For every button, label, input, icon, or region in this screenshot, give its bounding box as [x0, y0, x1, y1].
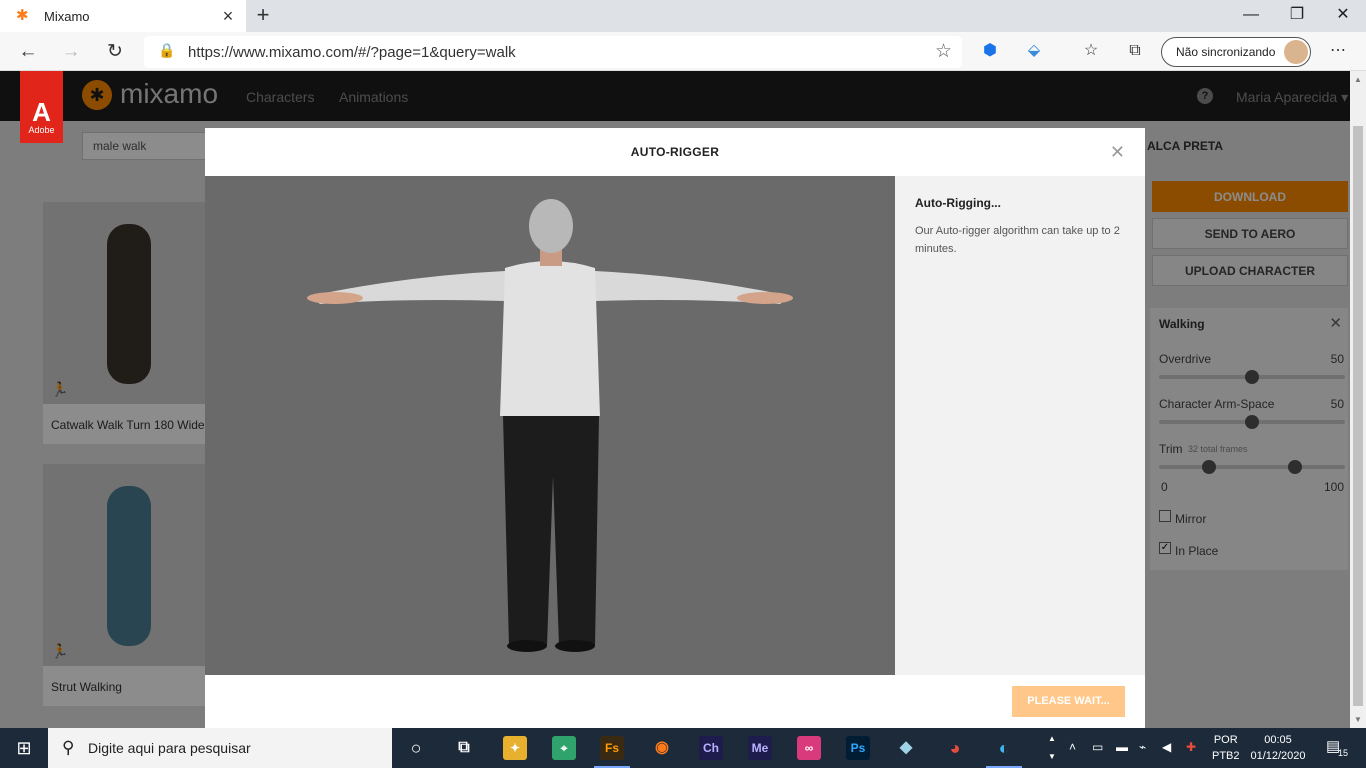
sync-label: Não sincronizando: [1176, 45, 1276, 59]
app-icon[interactable]: ◆: [894, 736, 918, 760]
clock-time: 00:05: [1264, 734, 1292, 746]
modal-title: AUTO-RIGGER: [630, 145, 720, 159]
search-placeholder: Digite aqui para pesquisar: [88, 740, 251, 756]
language-code: POR: [1213, 734, 1238, 746]
cortana-icon[interactable]: ○: [404, 736, 428, 760]
collections-icon[interactable]: ⧉: [1124, 40, 1146, 62]
right-hand: [737, 292, 793, 304]
windows-start-icon[interactable]: ⊞: [0, 728, 48, 768]
media-encoder-icon[interactable]: Me: [748, 736, 772, 760]
avatar: [1284, 40, 1308, 64]
favorite-star-icon[interactable]: ☆: [935, 40, 952, 63]
mixamo-favicon-icon: ✱: [16, 7, 29, 24]
character-viewport[interactable]: [205, 176, 895, 675]
refresh-button[interactable]: ↻: [102, 39, 128, 65]
forward-button[interactable]: →: [58, 39, 84, 65]
creative-cloud-icon[interactable]: ∞: [797, 736, 821, 760]
status-text: Our Auto-rigger algorithm can take up to…: [915, 225, 1120, 255]
adobe-logo[interactable]: A Adobe: [20, 71, 63, 143]
taskbar-scroll-icon[interactable]: ▲ ▼: [1048, 730, 1056, 766]
character-animator-icon[interactable]: Ch: [699, 736, 723, 760]
photoshop-icon[interactable]: Ps: [846, 736, 870, 760]
close-window-button[interactable]: ✕: [1320, 0, 1366, 32]
app-icon[interactable]: ✦: [503, 736, 527, 760]
adobe-label: Adobe: [28, 125, 55, 135]
task-view-icon[interactable]: ⧉: [452, 736, 476, 760]
battery-icon[interactable]: ▬: [1116, 740, 1128, 754]
back-button[interactable]: ←: [15, 39, 41, 65]
notification-count: 15: [1338, 748, 1349, 758]
tray-chevron-icon[interactable]: ˄: [1069, 740, 1076, 754]
language-indicator[interactable]: POR PTB2: [1212, 732, 1240, 764]
status-panel: Auto-Rigging... Our Auto-rigger algorith…: [895, 176, 1145, 675]
browser-tabbar: ✱ Mixamo × + — ❐ ✕: [0, 0, 1366, 32]
taskbar-search[interactable]: ⚲ Digite aqui para pesquisar: [48, 728, 392, 768]
blender-icon[interactable]: ◉: [650, 736, 674, 760]
browser-navbar: ← → ↻ 🔒 https://www.mixamo.com/#/?page=1…: [0, 32, 1366, 71]
restore-button[interactable]: ❐: [1274, 0, 1320, 32]
torso-shirt: [500, 261, 600, 416]
url-text: https://www.mixamo.com/#/?page=1&query=w…: [188, 44, 516, 61]
adobe-a-icon: A: [32, 97, 51, 127]
please-wait-button[interactable]: PLEASE WAIT...: [1012, 686, 1125, 717]
extension-shield-icon[interactable]: ⬢: [979, 40, 1001, 62]
tray-meet-icon[interactable]: ▭: [1092, 740, 1103, 754]
maps-icon[interactable]: ⌖: [552, 736, 576, 760]
clock-date: 01/12/2020: [1250, 750, 1306, 762]
volume-icon[interactable]: ◀: [1162, 740, 1171, 754]
tray-app-icon[interactable]: ✚: [1186, 740, 1196, 754]
edge-icon[interactable]: ◐: [986, 736, 1022, 768]
left-shoe: [507, 640, 547, 652]
close-tab-icon[interactable]: ×: [218, 6, 238, 26]
clock[interactable]: 00:05 01/12/2020: [1248, 732, 1308, 764]
new-tab-button[interactable]: +: [252, 4, 274, 26]
head: [529, 199, 573, 253]
trousers: [503, 416, 599, 646]
left-hand: [307, 292, 363, 304]
windows-taskbar: ⊞ ⚲ Digite aqui para pesquisar ○ ⧉ ✦ ⌖ F…: [0, 728, 1366, 768]
favorites-icon[interactable]: ☆: [1080, 40, 1102, 62]
scrollbar-thumb[interactable]: [1353, 126, 1363, 706]
scroll-down-icon[interactable]: ▼: [1350, 715, 1366, 724]
chrome-icon[interactable]: ◕: [943, 736, 967, 760]
auto-rigger-modal: AUTO-RIGGER ✕ Auto-Rigging... Our Auto-r…: [205, 128, 1145, 728]
extension-arrow-icon[interactable]: ⬙: [1023, 40, 1045, 62]
close-icon[interactable]: ✕: [1110, 142, 1125, 163]
search-icon: ⚲: [62, 738, 75, 757]
network-icon[interactable]: ⌁: [1139, 740, 1146, 754]
browser-tab[interactable]: ✱ Mixamo ×: [0, 0, 246, 32]
scroll-up-icon[interactable]: ▲: [1350, 75, 1366, 84]
fuse-app-icon[interactable]: Fs: [594, 736, 630, 768]
minimize-button[interactable]: —: [1228, 0, 1274, 32]
address-bar[interactable]: 🔒 https://www.mixamo.com/#/?page=1&query…: [144, 36, 962, 68]
sync-profile-button[interactable]: Não sincronizando: [1161, 37, 1311, 67]
right-shoe: [555, 640, 595, 652]
status-heading: Auto-Rigging...: [915, 196, 1001, 210]
page-scrollbar[interactable]: ▲ ▼: [1350, 71, 1366, 728]
character-model: [307, 199, 793, 652]
keyboard-layout: PTB2: [1212, 750, 1240, 762]
lock-icon: 🔒: [158, 42, 176, 58]
more-menu-icon[interactable]: ⋯: [1327, 40, 1349, 62]
tab-title: Mixamo: [44, 8, 90, 24]
